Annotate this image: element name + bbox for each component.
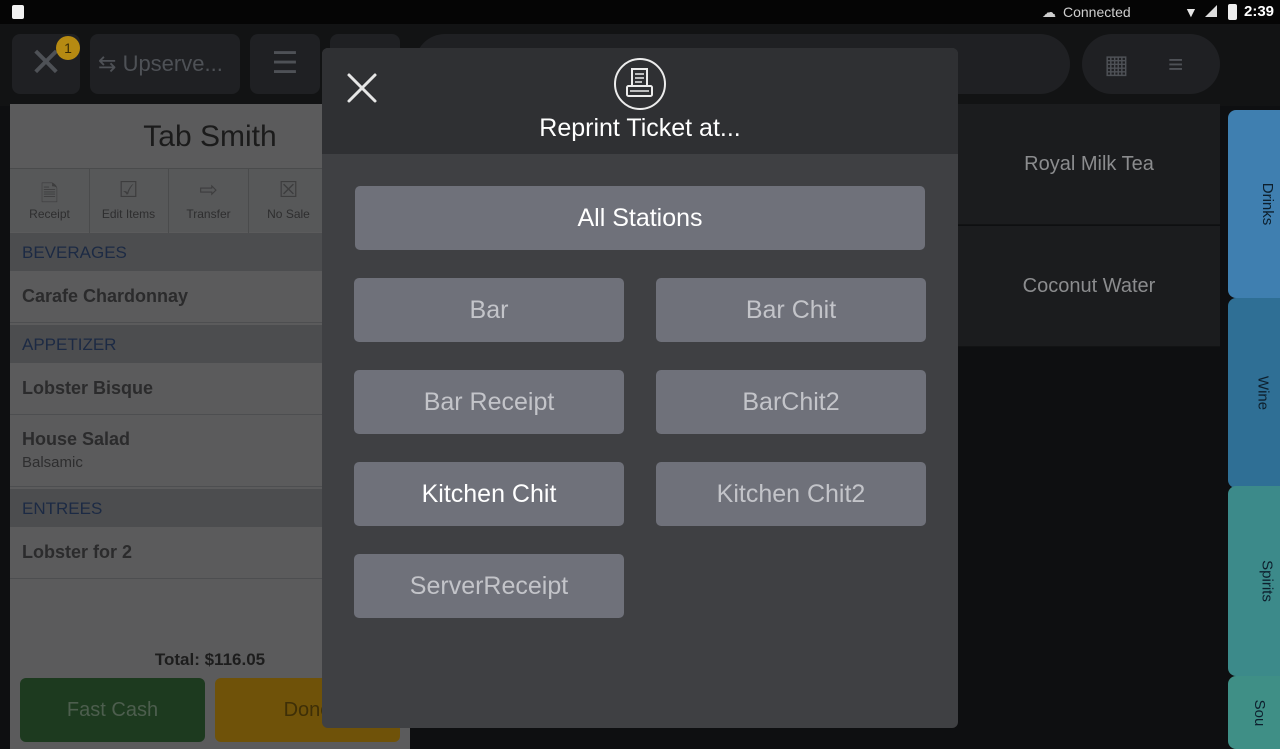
transfer-label: Transfer bbox=[186, 207, 231, 221]
tab-soups[interactable]: Sou bbox=[1228, 676, 1280, 749]
upserve-switch-button[interactable]: ⇆ Upserve... bbox=[90, 34, 240, 94]
item-name: Carafe Chardonnay bbox=[22, 286, 189, 306]
all-stations-button[interactable]: All Stations bbox=[355, 186, 925, 250]
menu-item-tile[interactable]: Coconut Water bbox=[958, 226, 1220, 347]
tab-wine[interactable]: Wine bbox=[1228, 298, 1280, 488]
station-button-barchit2[interactable]: BarChit2 bbox=[656, 370, 926, 434]
status-bar: ☁ Connected ▼ 2:39 bbox=[0, 0, 1280, 24]
no-sale-label: No Sale bbox=[267, 207, 310, 221]
printer-icon bbox=[614, 58, 666, 110]
tab-spirits[interactable]: Spirits bbox=[1228, 486, 1280, 676]
station-button-bar-chit[interactable]: Bar Chit bbox=[656, 278, 926, 342]
close-icon[interactable] bbox=[344, 70, 380, 106]
cloud-icon: ☁ bbox=[1042, 4, 1056, 20]
tab-label: Spirits bbox=[1258, 560, 1276, 602]
swap-icon: ⇆ bbox=[98, 51, 117, 76]
item-name: Lobster Bisque bbox=[22, 378, 154, 398]
item-name: House Salad bbox=[22, 429, 131, 449]
signal-icon bbox=[1205, 5, 1217, 17]
clock: 2:39 bbox=[1244, 3, 1275, 20]
tab-label: Drinks bbox=[1258, 182, 1276, 226]
tab-label: Sou bbox=[1250, 699, 1268, 726]
receipt-icon: 🗎 bbox=[40, 181, 59, 206]
menu-item-tile[interactable]: Royal Milk Tea bbox=[958, 104, 1220, 225]
sd-card-icon bbox=[12, 5, 24, 19]
wifi-icon: ▼ bbox=[1184, 4, 1198, 20]
list-button[interactable]: ☰ bbox=[250, 34, 320, 94]
grid-view-icon[interactable]: ▦ bbox=[1104, 34, 1129, 94]
transfer-button[interactable]: ⇨ Transfer bbox=[169, 169, 249, 233]
station-button-bar-receipt[interactable]: Bar Receipt bbox=[354, 370, 624, 434]
notification-badge: 1 bbox=[56, 36, 80, 60]
edit-items-label: Edit Items bbox=[101, 207, 156, 221]
station-button-kitchen-chit2[interactable]: Kitchen Chit2 bbox=[656, 462, 926, 526]
edit-items-icon: ☑ bbox=[118, 177, 139, 202]
tab-label: Wine bbox=[1254, 375, 1272, 411]
edit-items-button[interactable]: ☑ Edit Items bbox=[89, 169, 169, 233]
receipt-label: Receipt bbox=[29, 207, 70, 221]
tab-drinks[interactable]: Drinks bbox=[1228, 110, 1280, 298]
dialog-header: Reprint Ticket at... bbox=[322, 48, 958, 154]
menu-grid: Royal Milk Tea Coconut Water bbox=[958, 104, 1220, 749]
connection-status: Connected bbox=[1063, 4, 1131, 20]
battery-icon bbox=[1228, 4, 1237, 20]
no-sale-icon: ☒ bbox=[278, 177, 299, 202]
receipt-button[interactable]: 🗎 Receipt bbox=[10, 169, 90, 233]
view-toggle[interactable]: ▦ ≡ bbox=[1082, 34, 1220, 94]
item-name: Lobster for 2 bbox=[22, 542, 133, 562]
upserve-label: Upserve... bbox=[122, 51, 223, 76]
station-button-kitchen-chit[interactable]: Kitchen Chit bbox=[354, 462, 624, 526]
list-view-icon[interactable]: ≡ bbox=[1168, 34, 1183, 94]
reprint-ticket-dialog: Reprint Ticket at... All Stations Bar Ba… bbox=[322, 48, 958, 728]
category-tabs: Drinks Wine Spirits Sou bbox=[1220, 104, 1280, 749]
transfer-icon: ⇨ bbox=[199, 177, 218, 202]
list-icon: ☰ bbox=[271, 47, 299, 80]
station-button-server-receipt[interactable]: ServerReceipt bbox=[354, 554, 624, 618]
no-sale-button[interactable]: ☒ No Sale bbox=[249, 169, 329, 233]
station-button-bar[interactable]: Bar bbox=[354, 278, 624, 342]
dialog-title: Reprint Ticket at... bbox=[539, 114, 741, 142]
fast-cash-button[interactable]: Fast Cash bbox=[20, 678, 205, 742]
